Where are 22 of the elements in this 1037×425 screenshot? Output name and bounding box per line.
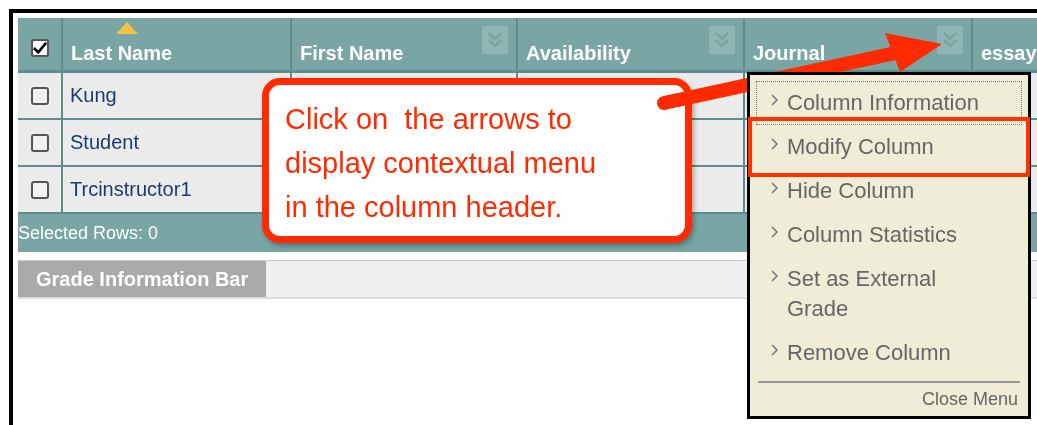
select-all-checkbox[interactable]: [30, 39, 49, 57]
chevron-icon: [771, 94, 779, 106]
sort-ascending-icon: [116, 21, 138, 34]
close-menu-link[interactable]: Close Menu: [756, 389, 1022, 410]
menu-item[interactable]: Modify Column: [787, 132, 1002, 162]
menu-item[interactable]: Set as External Grade: [787, 264, 1002, 324]
column-header[interactable]: Availability: [518, 18, 745, 73]
menu-item[interactable]: Column Statistics: [787, 220, 1002, 250]
double-chevron-icon: [942, 31, 958, 49]
row-checkbox[interactable]: [30, 86, 49, 105]
row-checkbox[interactable]: [30, 180, 49, 199]
chevron-icon: [771, 226, 779, 238]
chevron-icon: [771, 182, 779, 194]
column-header[interactable]: First Name: [292, 18, 518, 73]
column-header[interactable]: Last Name: [63, 18, 292, 73]
column-header[interactable]: essay: [973, 18, 1037, 73]
chevron-icon: [771, 138, 779, 150]
chevron-icon: [771, 344, 779, 356]
row-checkbox[interactable]: [30, 133, 49, 152]
menu-item[interactable]: Hide Column: [787, 176, 1002, 206]
menu-item[interactable]: Remove Column: [787, 338, 1002, 368]
chevron-icon: [771, 270, 779, 282]
